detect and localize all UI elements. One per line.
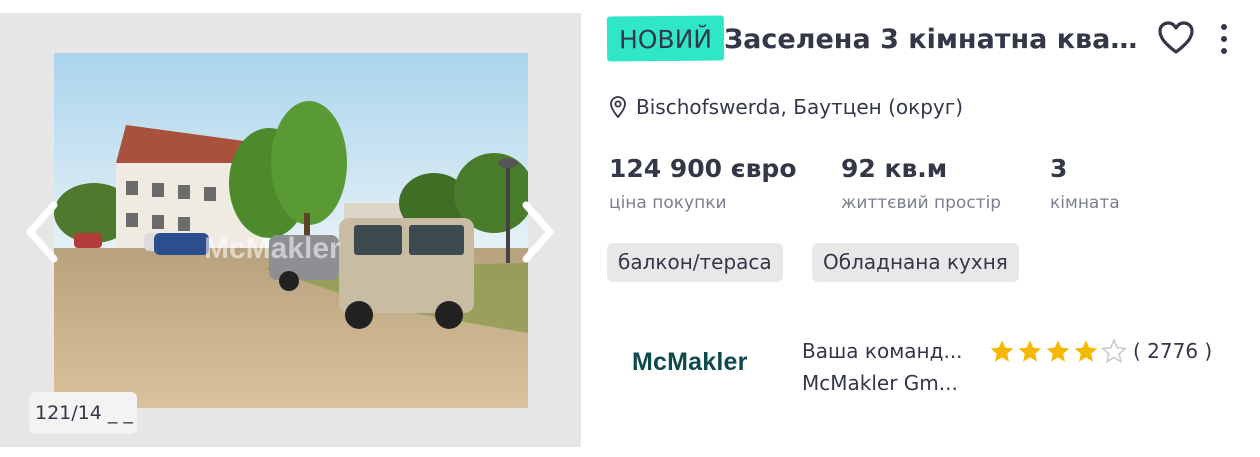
more-vertical-icon: [1221, 24, 1227, 54]
location-text: Bischofswerda, Баутцен (округ): [636, 95, 964, 119]
star-icon: [1074, 339, 1098, 362]
star-icon: [1018, 339, 1042, 362]
photo-counter: 121/14 _ _: [29, 392, 137, 434]
listing-photo-image: McMakler: [54, 53, 528, 408]
more-options-button[interactable]: [1215, 22, 1233, 56]
tag-balcony: балкон/тераса: [607, 243, 783, 282]
price-stat: 124 900 євро ціна покупки: [609, 150, 797, 218]
agent-team-name[interactable]: Ваша команд...: [802, 336, 963, 366]
chevron-right-icon: [522, 201, 554, 263]
agent-company-name: McMakler Gm...: [802, 371, 958, 395]
chevron-left-icon: [26, 201, 58, 263]
listing-photo[interactable]: McMakler: [54, 53, 528, 408]
star-icon: [1046, 339, 1070, 362]
area-value: 92 кв.м: [841, 154, 948, 183]
listing-location: Bischofswerda, Баутцен (округ): [609, 92, 963, 122]
price-label: ціна покупки: [609, 193, 727, 213]
photo-watermark: McMakler: [204, 232, 341, 265]
area-label: життєвий простір: [841, 193, 1002, 213]
star-empty-icon: [1100, 337, 1128, 363]
next-photo-button[interactable]: [516, 199, 560, 265]
agent-logo[interactable]: McMakler: [632, 348, 748, 377]
map-pin-icon: [610, 96, 626, 118]
star-icon: [990, 339, 1014, 362]
photo-gallery[interactable]: McMakler 121/14 _ _: [0, 13, 581, 447]
rating-count: ( 2776 ): [1133, 339, 1213, 363]
area-stat: 92 кв.м життєвий простір: [841, 150, 1001, 218]
rooms-stat: 3 кімната: [1050, 150, 1120, 218]
tag-kitchen: Обладнана кухня: [812, 243, 1019, 282]
rooms-value: 3: [1050, 154, 1068, 183]
price-value: 124 900 євро: [609, 154, 797, 183]
prev-photo-button[interactable]: [20, 199, 64, 265]
new-badge: НОВИЙ: [606, 15, 725, 62]
favorite-button[interactable]: [1157, 20, 1195, 56]
listing-title[interactable]: Заселена 3 кімнатна кварт...: [724, 20, 1154, 60]
agent-rating-stars: [988, 336, 1128, 366]
heart-outline-icon: [1158, 21, 1194, 54]
rooms-label: кімната: [1050, 193, 1120, 213]
